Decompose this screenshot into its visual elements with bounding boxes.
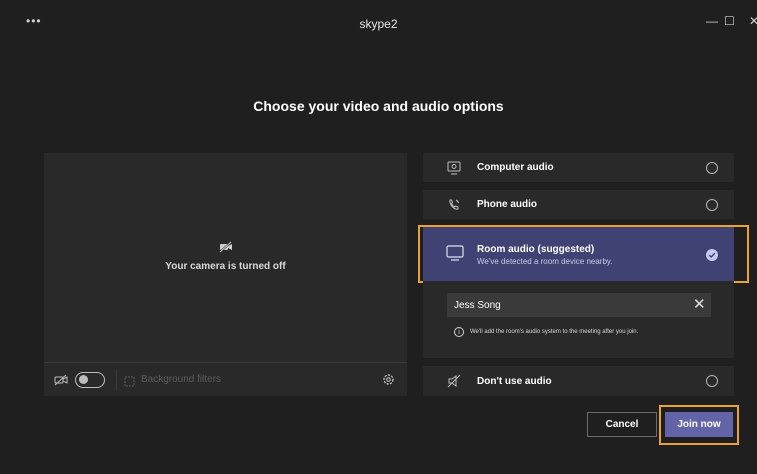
- option-label: Phone audio: [477, 199, 537, 210]
- speaker-off-icon: [445, 372, 463, 390]
- device-settings-icon[interactable]: [382, 373, 395, 391]
- toggle-knob: [79, 375, 88, 384]
- option-label: Computer audio: [477, 162, 554, 173]
- phone-icon: [445, 196, 463, 214]
- video-preview: Your camera is turned off: [44, 153, 407, 362]
- phone-audio-option[interactable]: Phone audio: [423, 190, 734, 219]
- remove-device-icon[interactable]: ✕: [693, 295, 706, 313]
- video-controls-bar: Background filters: [44, 362, 407, 396]
- monitor-speaker-icon: [445, 159, 463, 177]
- info-icon: i: [454, 327, 464, 337]
- window-title: skype2: [359, 17, 398, 31]
- no-audio-option[interactable]: Don't use audio: [423, 366, 734, 396]
- camera-off-icon: [44, 241, 407, 253]
- room-device-info: We'll add the room's audio system to the…: [470, 329, 639, 335]
- radio-button[interactable]: [706, 375, 718, 387]
- background-filters-icon: [124, 374, 135, 392]
- room-device-panel: Jess Song ✕ i We'll add the room's audio…: [423, 281, 734, 358]
- close-window-button[interactable]: ✕: [749, 14, 757, 28]
- minimize-button[interactable]: —: [706, 14, 718, 28]
- room-device-name: Jess Song: [454, 300, 501, 311]
- camera-off-small-icon: [54, 373, 68, 391]
- background-filters-button[interactable]: Background filters: [141, 374, 221, 385]
- camera-toggle[interactable]: [75, 372, 105, 388]
- cancel-button[interactable]: Cancel: [587, 412, 657, 437]
- title-bar: ••• skype2 — ☐ ✕: [0, 0, 757, 48]
- computer-audio-option[interactable]: Computer audio: [423, 153, 734, 182]
- page-title: Choose your video and audio options: [253, 98, 504, 114]
- option-label: Don't use audio: [477, 376, 552, 387]
- maximize-button[interactable]: ☐: [724, 14, 735, 28]
- camera-status-text: Your camera is turned off: [165, 261, 286, 272]
- divider: [116, 370, 117, 390]
- radio-button[interactable]: [706, 199, 718, 211]
- highlight-box-join: [659, 405, 739, 445]
- highlight-box-room-audio: [418, 225, 749, 283]
- room-device-chip: Jess Song ✕: [447, 293, 711, 317]
- radio-button[interactable]: [706, 162, 718, 174]
